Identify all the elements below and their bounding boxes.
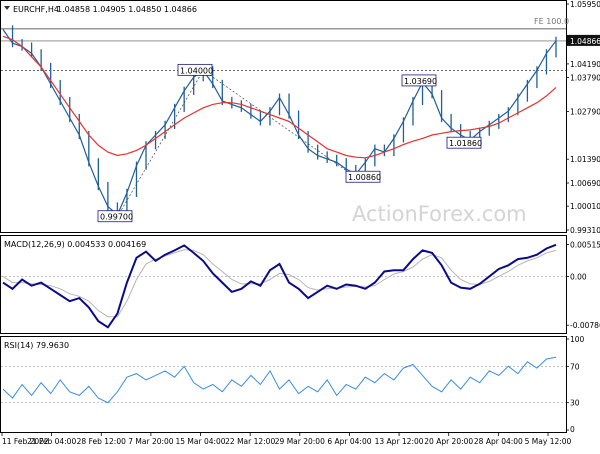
x-tick-label: 15 Mar 04:00 — [176, 437, 226, 446]
rsi-y-ticks: 100 70 30 0 — [566, 335, 585, 434]
price-y-tick-label: 1.04190 — [570, 60, 600, 69]
x-axis-ticks: 11 Feb 202221 Feb 04:00 28 Feb 12:00 7 Mar… — [1, 433, 572, 446]
watermark: ActionForex.com — [352, 202, 527, 226]
macd-panel-frame — [0, 235, 567, 334]
x-tick-label: 20 Apr 20:00 — [424, 437, 473, 446]
price-levels — [1, 28, 566, 71]
x-tick-label: 21 Feb 04:00 — [27, 437, 76, 446]
x-tick-label: 28 Feb 12:00 — [77, 437, 126, 446]
price-label-text: 1.00860 — [348, 173, 381, 182]
price-y-tick-label: 1.00010 — [570, 202, 600, 211]
rsi-y-tick-label: 70 — [570, 362, 580, 371]
macd-y-tick-label: -0.007869 — [570, 321, 600, 330]
macd-y-ticks: 0.005151 0.00 -0.007869 — [566, 241, 600, 330]
rsi-y-tick-label: 30 — [570, 399, 580, 408]
x-tick-label: 7 Mar 20:00 — [128, 437, 174, 446]
price-y-tick-label: 1.02790 — [570, 108, 600, 117]
rsi-y-tick-label: 100 — [570, 335, 585, 344]
price-label-text: 1.01860 — [449, 139, 482, 148]
rsi-y-tick-label: 0 — [570, 425, 575, 434]
header-symbol: EURCHF,H4 — [13, 5, 59, 14]
macd-title: MACD(12,26,9) 0.004533 0.004169 — [4, 240, 146, 249]
chart-svg: ActionForex.com 0.99700 1.04000 1.00860 1.0… — [0, 0, 600, 446]
price-label-text: 0.99700 — [100, 213, 133, 222]
price-label-text: 1.04000 — [180, 66, 213, 75]
trend-line-down — [203, 70, 356, 178]
rsi-series — [1, 356, 566, 404]
price-y-tick-label: 0.99310 — [570, 226, 600, 235]
fe-label: FE 100.0 — [534, 17, 569, 26]
chart-window: ActionForex.com 0.99700 1.04000 1.00860 1.0… — [0, 0, 600, 450]
macd-series — [1, 243, 566, 329]
x-tick-label: 5 May 12:00 — [525, 437, 572, 446]
symbol-triangle-icon — [4, 6, 10, 10]
price-panel-frame — [0, 0, 567, 233]
macd-line — [2, 243, 557, 329]
price-line — [2, 29, 557, 217]
x-tick-label: 29 Mar 20:00 — [275, 437, 325, 446]
rsi-line — [2, 356, 557, 404]
rsi-title: RSI(14) 79.9630 — [4, 341, 69, 350]
x-tick-label: 28 Apr 04:00 — [474, 437, 523, 446]
x-tick-label: 6 Apr 04:00 — [327, 437, 371, 446]
price-series — [2, 25, 557, 220]
macd-y-tick-label: 0.00 — [570, 272, 587, 281]
x-tick-label: 22 Mar 12:00 — [225, 437, 275, 446]
price-y-tick-label: 1.01390 — [570, 155, 600, 164]
price-y-tick-label: 1.00690 — [570, 179, 600, 188]
trend-line-up — [117, 70, 204, 217]
rsi-panel-frame — [0, 336, 567, 433]
current-price-tag-text: 1.04866 — [570, 37, 600, 46]
price-label-text: 1.03690 — [404, 77, 437, 86]
price-y-tick-label: 1.05950 — [570, 0, 600, 9]
price-y-tick-label: 1.03790 — [570, 74, 600, 83]
macd-signal-line — [2, 249, 557, 318]
header-ohlc: 1.04858 1.04905 1.04850 1.04866 — [57, 5, 197, 14]
macd-y-tick-label: 0.005151 — [570, 241, 600, 250]
x-tick-label: 13 Apr 12:00 — [375, 437, 424, 446]
price-y-ticks: 1.05950 1.04866 1.04190 1.03790 1.02790 1.013… — [566, 0, 600, 235]
